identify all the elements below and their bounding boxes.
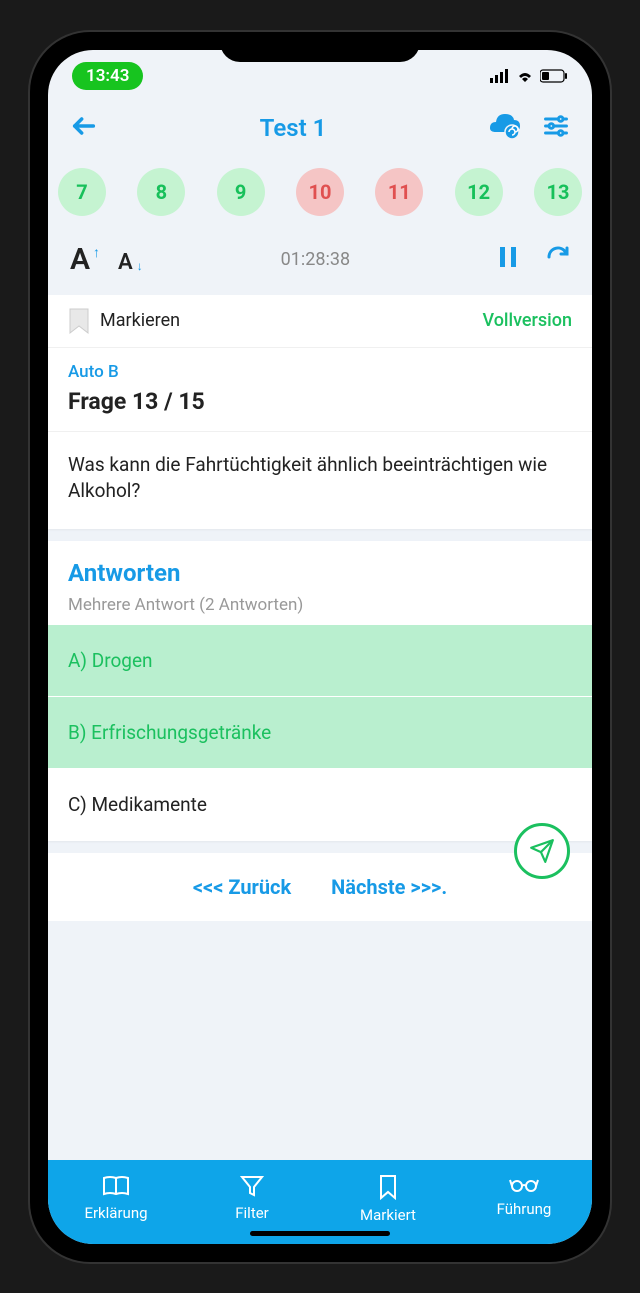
bookmark-outline-icon	[378, 1174, 398, 1200]
book-icon	[102, 1174, 130, 1198]
mark-label[interactable]: Markieren	[100, 310, 180, 331]
bottom-nav-marked-label: Markiert	[360, 1206, 416, 1224]
send-icon	[529, 838, 555, 864]
next-button[interactable]: Nächste >>>.	[331, 875, 447, 899]
wifi-icon	[516, 69, 534, 83]
question-number-nav[interactable]: 7 8 9 10 11 12 13	[48, 158, 592, 232]
refresh-icon	[546, 245, 570, 269]
question-nav-7[interactable]: 7	[58, 168, 106, 216]
font-decrease-button[interactable]: A↓	[118, 250, 133, 275]
mark-row: Markieren Vollversion	[48, 295, 592, 348]
bottom-nav-explain[interactable]: Erklärung	[48, 1174, 184, 1224]
battery-icon	[540, 69, 568, 83]
bottom-nav-filter-label: Filter	[235, 1204, 269, 1222]
bottom-nav-marked[interactable]: Markiert	[320, 1174, 456, 1224]
signal-icon	[490, 69, 510, 83]
notch	[220, 32, 420, 62]
answers-title: Antworten	[68, 559, 572, 587]
question-nav-10[interactable]: 10	[296, 168, 344, 216]
question-nav-9[interactable]: 9	[217, 168, 265, 216]
timer-display: 01:28:38	[133, 249, 498, 270]
question-counter: Frage 13 / 15	[68, 388, 572, 415]
font-increase-button[interactable]: A↑	[70, 242, 90, 277]
status-time: 13:43	[72, 62, 143, 90]
bottom-nav-filter[interactable]: Filter	[184, 1174, 320, 1224]
bottom-nav-explain-label: Erklärung	[84, 1204, 147, 1222]
answers-subtitle: Mehrere Antwort (2 Antworten)	[68, 595, 572, 615]
glasses-icon	[509, 1174, 539, 1194]
cloud-sync-button[interactable]	[488, 112, 522, 144]
font-size-controls: A↑ A↓	[70, 242, 133, 277]
header-title: Test 1	[98, 114, 488, 142]
question-card: Markieren Vollversion Auto B Frage 13 / …	[48, 295, 592, 529]
controls-row: A↑ A↓ 01:28:38	[48, 232, 592, 295]
question-nav-12[interactable]: 12	[455, 168, 503, 216]
question-nav-13[interactable]: 13	[534, 168, 582, 216]
bottom-nav-guide[interactable]: Führung	[456, 1174, 592, 1224]
arrow-left-icon	[70, 112, 98, 140]
settings-button[interactable]	[542, 112, 570, 144]
sliders-icon	[542, 112, 570, 140]
bookmark-icon[interactable]	[68, 307, 90, 335]
answers-card: Antworten Mehrere Antwort (2 Antworten) …	[48, 541, 592, 841]
question-nav-11[interactable]: 11	[375, 168, 423, 216]
status-icons	[490, 69, 568, 83]
filter-icon	[240, 1174, 264, 1198]
full-version-link[interactable]: Vollversion	[482, 310, 572, 331]
home-indicator[interactable]	[250, 1231, 390, 1236]
answers-header: Antworten Mehrere Antwort (2 Antworten)	[48, 541, 592, 625]
question-text: Was kann die Fahrtüchtigkeit ähnlich bee…	[48, 432, 592, 529]
question-nav-8[interactable]: 8	[137, 168, 185, 216]
submit-fab[interactable]	[514, 823, 570, 879]
prev-button[interactable]: <<< Zurück	[193, 875, 291, 899]
question-meta: Auto B Frage 13 / 15	[48, 348, 592, 432]
cloud-sync-icon	[488, 112, 522, 140]
nav-row: <<< Zurück Nächste >>>.	[48, 853, 592, 921]
back-button[interactable]	[70, 112, 98, 144]
bottom-nav-guide-label: Führung	[497, 1200, 552, 1218]
pause-icon	[498, 245, 518, 269]
question-category: Auto B	[68, 362, 572, 382]
phone-frame: 13:43 Test 1 7	[30, 32, 610, 1262]
reset-button[interactable]	[546, 245, 570, 273]
screen: 13:43 Test 1 7	[48, 50, 592, 1244]
answer-option-c[interactable]: C) Medikamente	[48, 769, 592, 841]
pause-button[interactable]	[498, 245, 518, 273]
app-header: Test 1	[48, 98, 592, 158]
answer-option-a[interactable]: A) Drogen	[48, 625, 592, 697]
answer-option-b[interactable]: B) Erfrischungsgetränke	[48, 697, 592, 769]
content-area: Markieren Vollversion Auto B Frage 13 / …	[48, 295, 592, 1160]
